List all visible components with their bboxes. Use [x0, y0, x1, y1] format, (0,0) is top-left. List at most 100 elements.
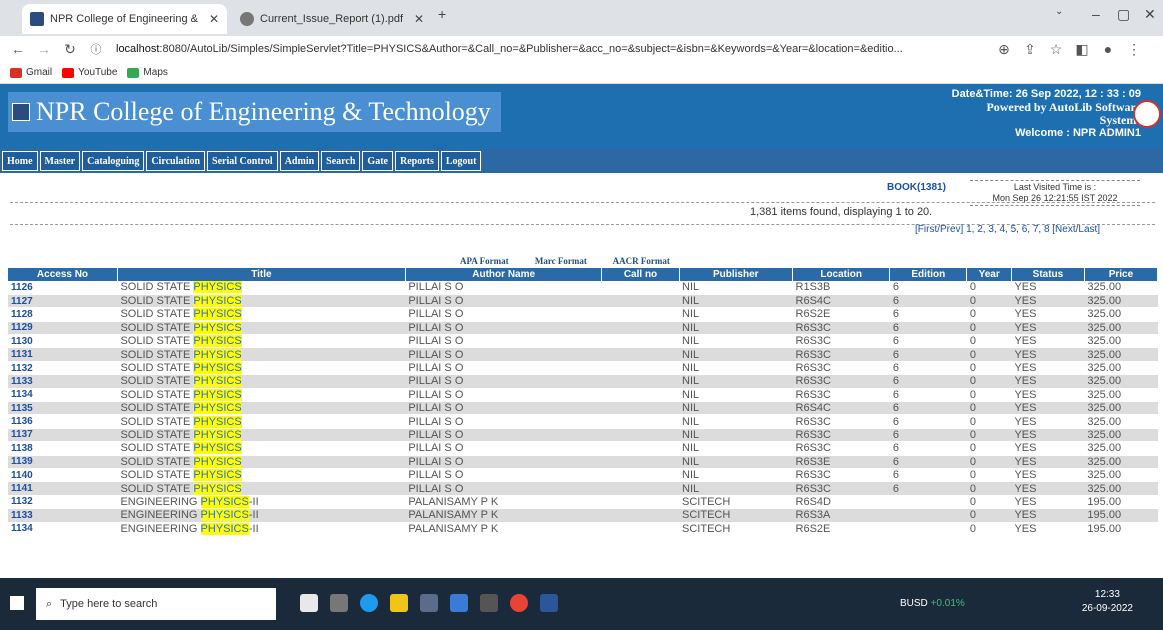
cell-edition: 6 — [889, 321, 967, 336]
tab-search-chevron-icon[interactable]: ⌄ — [1055, 6, 1063, 17]
table-row[interactable]: 1136 SOLID STATE PHYSICS PILLAI S O NIL R6S3… — [8, 414, 1158, 429]
marc-format-link[interactable]: Marc Format — [535, 256, 587, 266]
menu-serial-control[interactable]: Serial Control — [207, 151, 278, 171]
col-call-no[interactable]: Call no — [601, 268, 680, 281]
cortana-icon[interactable] — [300, 594, 318, 612]
aacr-format-link[interactable]: AACR Format — [613, 256, 670, 266]
menu-circulation[interactable]: Circulation — [146, 151, 206, 171]
table-row[interactable]: 1140 SOLID STATE PHYSICS PILLAI S O NIL R6S3… — [8, 468, 1158, 483]
maximize-icon[interactable]: ▢ — [1117, 6, 1130, 23]
cell-access-no[interactable]: 1135 — [8, 401, 118, 416]
profile-icon[interactable]: ● — [1100, 41, 1116, 57]
cell-access-no[interactable]: 1138 — [8, 441, 118, 456]
table-row[interactable]: 1127 SOLID STATE PHYSICS PILLAI S O NIL R6S4… — [8, 294, 1158, 309]
table-row[interactable]: 1131 SOLID STATE PHYSICS PILLAI S O NIL R6S3… — [8, 347, 1158, 362]
col-access-no[interactable]: Access No — [8, 268, 118, 281]
cell-access-no[interactable]: 1127 — [8, 294, 118, 309]
col-edition[interactable]: Edition — [889, 268, 968, 281]
edge-icon[interactable] — [360, 594, 378, 612]
tab-current-issue-report[interactable]: Current_Issue_Report (1).pdf ✕ — [232, 4, 432, 34]
col-price[interactable]: Price — [1084, 268, 1159, 281]
close-tab-icon[interactable]: ✕ — [209, 12, 219, 26]
cell-access-no[interactable]: 1140 — [8, 468, 118, 483]
site-info-icon[interactable]: ⓘ — [88, 41, 104, 57]
menu-admin[interactable]: Admin — [279, 151, 320, 171]
cell-access-no[interactable]: 1132 — [8, 495, 118, 510]
cell-access-no[interactable]: 1136 — [8, 414, 118, 429]
close-tab-icon[interactable]: ✕ — [414, 12, 424, 26]
task-view-icon[interactable] — [330, 594, 348, 612]
cell-access-no[interactable]: 1141 — [8, 481, 118, 496]
cell-access-no[interactable]: 1133 — [8, 374, 118, 389]
menu-home[interactable]: Home — [2, 151, 38, 171]
system-clock[interactable]: 12:33 26-09-2022 — [1082, 588, 1133, 616]
cell-access-no[interactable]: 1129 — [8, 321, 118, 336]
table-row[interactable]: 1132 ENGINEERING PHYSICS-II PALANISAMY P K… — [8, 495, 1158, 510]
table-row[interactable]: 1134 ENGINEERING PHYSICS-II PALANISAMY P K… — [8, 522, 1158, 536]
table-row[interactable]: 1137 SOLID STATE PHYSICS PILLAI S O NIL R6S3… — [8, 428, 1158, 443]
store-icon[interactable] — [420, 594, 438, 612]
menu-search[interactable]: Search — [321, 151, 361, 171]
table-row[interactable]: 1138 SOLID STATE PHYSICS PILLAI S O NIL R6S3… — [8, 441, 1158, 456]
col-year[interactable]: Year — [966, 268, 1012, 281]
new-tab-icon[interactable]: + — [438, 6, 446, 22]
cell-access-no[interactable]: 1139 — [8, 455, 118, 469]
back-icon[interactable]: ← — [10, 41, 26, 57]
table-row[interactable]: 1132 SOLID STATE PHYSICS PILLAI S O NIL R6S3… — [8, 361, 1158, 376]
apa-format-link[interactable]: APA Format — [460, 256, 509, 266]
pagination[interactable]: [First/Prev] 1, 2, 3, 4, 5, 6, 7, 8 [Nex… — [915, 224, 1100, 235]
tab-npr-college[interactable]: NPR College of Engineering & Te ✕ — [22, 4, 227, 34]
sidepanel-icon[interactable]: ◧ — [1074, 41, 1090, 58]
close-window-icon[interactable]: ✕ — [1144, 6, 1156, 23]
cell-access-no[interactable]: 1134 — [8, 522, 118, 536]
table-row[interactable]: 1133 SOLID STATE PHYSICS PILLAI S O NIL R6S3… — [8, 374, 1158, 389]
windows-start-icon[interactable] — [10, 596, 24, 610]
bookmark-youtube[interactable]: YouTube — [62, 67, 117, 78]
file-explorer-icon[interactable] — [390, 594, 408, 612]
zoom-icon[interactable]: ⊕ — [996, 41, 1012, 58]
col-title[interactable]: Title — [117, 268, 406, 281]
bookmark-maps[interactable]: Maps — [127, 67, 168, 78]
cell-access-no[interactable]: 1126 — [8, 281, 118, 295]
ticker-widget[interactable]: BUSD +0.01% — [900, 598, 965, 609]
bookmark-gmail[interactable]: Gmail — [10, 67, 52, 78]
table-row[interactable]: 1129 SOLID STATE PHYSICS PILLAI S O NIL R6S3… — [8, 321, 1158, 336]
cell-access-no[interactable]: 1128 — [8, 307, 118, 322]
col-author[interactable]: Author Name — [405, 268, 603, 281]
reload-icon[interactable]: ↻ — [62, 41, 78, 58]
url-field[interactable]: localhost:8080/AutoLib/Simples/SimpleSer… — [116, 43, 986, 55]
table-row[interactable]: 1130 SOLID STATE PHYSICS PILLAI S O NIL R6S3… — [8, 334, 1158, 349]
table-row[interactable]: 1126 SOLID STATE PHYSICS PILLAI S O NIL R1S3… — [8, 281, 1158, 295]
col-status[interactable]: Status — [1011, 268, 1085, 281]
chrome-icon[interactable] — [510, 594, 528, 612]
cell-access-no[interactable]: 1133 — [8, 508, 118, 523]
table-row[interactable]: 1135 SOLID STATE PHYSICS PILLAI S O NIL R6S4… — [8, 401, 1158, 416]
table-row[interactable]: 1141 SOLID STATE PHYSICS PILLAI S O NIL R6S3… — [8, 481, 1158, 496]
word-icon[interactable] — [540, 594, 558, 612]
menu-gate[interactable]: Gate — [362, 151, 393, 171]
cell-access-no[interactable]: 1130 — [8, 334, 118, 349]
cell-access-no[interactable]: 1134 — [8, 388, 118, 403]
col-location[interactable]: Location — [792, 268, 891, 281]
cell-access-no[interactable]: 1132 — [8, 361, 118, 376]
cell-access-no[interactable]: 1131 — [8, 347, 118, 362]
table-row[interactable]: 1139 SOLID STATE PHYSICS PILLAI S O NIL R6S3… — [8, 455, 1158, 469]
table-row[interactable]: 1133 ENGINEERING PHYSICS-II PALANISAMY P K… — [8, 508, 1158, 523]
cell-access-no[interactable]: 1137 — [8, 428, 118, 443]
menu-cataloguing[interactable]: Cataloguing — [82, 151, 145, 171]
taskbar-search[interactable]: ⌕ Type here to search — [36, 588, 276, 620]
menu-master[interactable]: Master — [39, 151, 81, 171]
table-row[interactable]: 1134 SOLID STATE PHYSICS PILLAI S O NIL R6S3… — [8, 388, 1158, 403]
menu-reports[interactable]: Reports — [394, 151, 439, 171]
mail-icon[interactable] — [450, 594, 468, 612]
photos-icon[interactable] — [480, 594, 498, 612]
menu-dots-icon[interactable]: ⋮ — [1126, 41, 1142, 58]
cell-author: PILLAI S O — [405, 481, 602, 496]
share-icon[interactable]: ⇪ — [1022, 41, 1038, 58]
table-row[interactable]: 1128 SOLID STATE PHYSICS PILLAI S O NIL R6S2… — [8, 307, 1158, 322]
minimize-icon[interactable]: – — [1092, 6, 1100, 22]
forward-icon[interactable]: → — [36, 41, 52, 57]
col-publisher[interactable]: Publisher — [679, 268, 794, 281]
menu-logout[interactable]: Logout — [440, 151, 482, 171]
bookmark-star-icon[interactable]: ☆ — [1048, 41, 1064, 58]
